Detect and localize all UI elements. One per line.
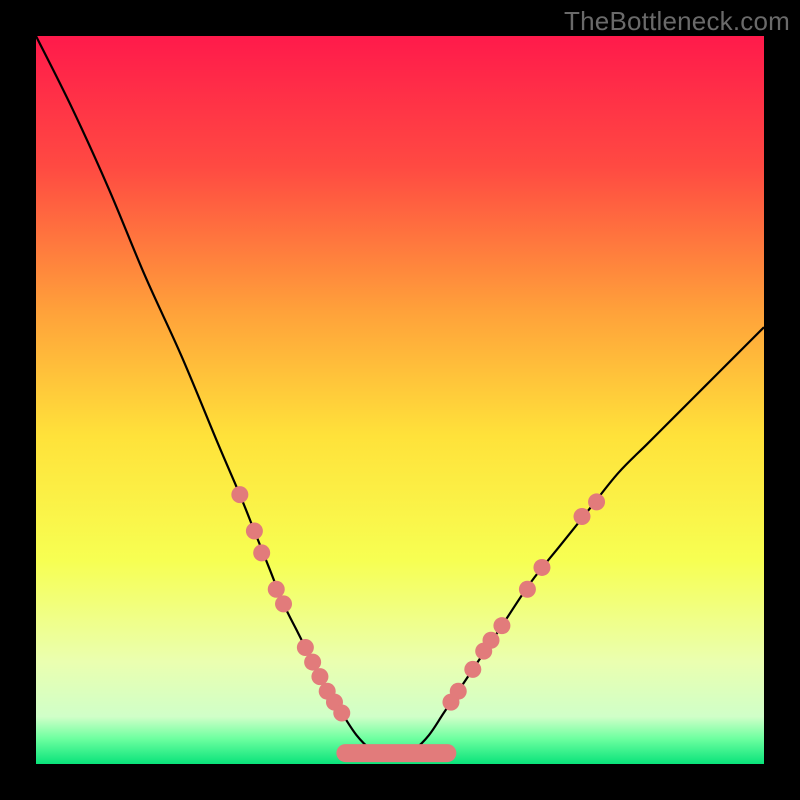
highlight-dot (450, 683, 467, 700)
highlight-dot (333, 705, 350, 722)
watermark-text: TheBottleneck.com (564, 6, 790, 37)
highlight-dot (246, 523, 263, 540)
highlight-dot (253, 544, 270, 561)
highlight-dot (483, 632, 500, 649)
highlight-dot (297, 639, 314, 656)
bottleneck-curve-chart (36, 36, 764, 764)
highlight-dot (464, 661, 481, 678)
gradient-background (36, 36, 764, 764)
highlight-dot (304, 654, 321, 671)
plot-area (36, 36, 764, 764)
highlight-dot (493, 617, 510, 634)
highlight-dot (311, 668, 328, 685)
highlight-dot (275, 595, 292, 612)
optimal-range-blob (336, 744, 456, 762)
highlight-dot (588, 493, 605, 510)
highlight-dot (231, 486, 248, 503)
highlight-dot (574, 508, 591, 525)
highlight-dot (268, 581, 285, 598)
highlight-dot (533, 559, 550, 576)
highlight-dot (519, 581, 536, 598)
chart-frame: TheBottleneck.com (0, 0, 800, 800)
